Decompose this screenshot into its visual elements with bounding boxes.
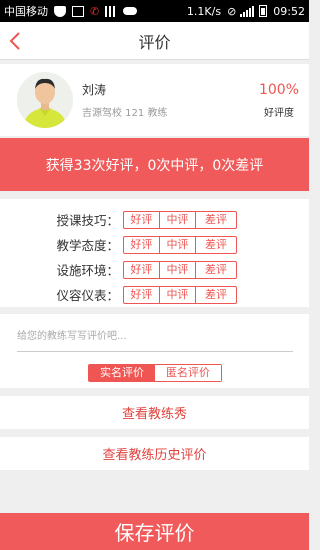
comment-input[interactable]	[17, 322, 293, 352]
header-bar: 评价	[0, 22, 309, 60]
rating-options: 好评 中评 差评	[123, 260, 237, 279]
status-bar: 中国移动 ✆ 1.1K/s ⊘ 09:52	[0, 0, 309, 22]
rating-options: 好评 中评 差评	[123, 285, 237, 304]
coach-photo	[17, 72, 73, 128]
positive-rate: 100% 好评度	[249, 82, 309, 119]
rating-options: 好评 中评 差评	[123, 235, 237, 254]
coach-name: 刘涛	[82, 83, 107, 97]
good-button[interactable]: 好评	[124, 261, 160, 278]
signal-icon	[240, 5, 255, 17]
rating-row-teaching-attitude: 教学态度： 好评 中评 差评	[0, 234, 309, 255]
bad-button[interactable]: 差评	[196, 237, 236, 253]
shield-icon	[54, 5, 66, 17]
good-button[interactable]: 好评	[124, 236, 160, 253]
avatar	[17, 72, 73, 128]
coach-school: 吉源驾校 121 教练	[82, 108, 168, 119]
medium-button[interactable]: 中评	[160, 286, 196, 303]
rating-row-appearance: 仪容仪表： 好评 中评 差评	[0, 284, 309, 305]
identity-toggle: 实名评价 匿名评价	[88, 364, 222, 382]
positive-rate-value: 100%	[258, 81, 300, 98]
review-summary-banner: 获得33次好评，0次中评，0次差评	[0, 138, 309, 191]
wifi-off-icon: ⊘	[227, 4, 237, 18]
coach-info: 刘涛 吉源驾校 121 教练	[82, 81, 249, 119]
bad-button[interactable]: 差评	[196, 212, 236, 228]
rating-section: 授课技巧： 好评 中评 差评 教学态度： 好评 中评 差评 设施环境： 好评 中…	[0, 199, 309, 307]
qr-code-icon	[105, 5, 118, 17]
bad-button[interactable]: 差评	[196, 262, 236, 278]
rating-label: 仪容仪表：	[56, 288, 119, 303]
clock: 09:52	[273, 4, 305, 18]
medium-button[interactable]: 中评	[160, 261, 196, 278]
bad-button[interactable]: 差评	[196, 287, 236, 303]
battery-icon	[259, 5, 268, 17]
rating-options: 好评 中评 差评	[123, 210, 237, 229]
rating-label: 设施环境：	[56, 263, 119, 278]
comment-section: 实名评价 匿名评价	[0, 314, 309, 388]
medium-button[interactable]: 中评	[160, 236, 196, 253]
rating-row-facilities: 设施环境： 好评 中评 差评	[0, 259, 309, 280]
page-title: 评价	[138, 32, 171, 52]
image-icon	[72, 5, 84, 17]
rating-label: 授课技巧：	[56, 213, 119, 228]
save-button[interactable]: 保存评价	[0, 513, 309, 550]
back-button[interactable]	[6, 28, 28, 54]
coach-card: 刘涛 吉源驾校 121 教练 100% 好评度	[0, 64, 309, 136]
cloud-icon	[123, 7, 138, 15]
good-button[interactable]: 好评	[124, 211, 160, 228]
real-name-option[interactable]: 实名评价	[89, 365, 155, 381]
chevron-left-icon	[9, 32, 20, 50]
positive-rate-label: 好评度	[264, 107, 294, 119]
carrier-name: 中国移动	[4, 5, 48, 18]
rating-label: 教学态度：	[56, 238, 119, 253]
rating-row-teaching-skill: 授课技巧： 好评 中评 差评	[0, 209, 309, 230]
good-button[interactable]: 好评	[124, 286, 160, 303]
view-coach-show-link[interactable]: 查看教练秀	[0, 396, 309, 429]
network-speed: 1.1K/s	[186, 4, 222, 18]
missed-call-icon: ✆	[90, 4, 100, 18]
view-history-reviews-link[interactable]: 查看教练历史评价	[0, 437, 309, 470]
anonymous-option[interactable]: 匿名评价	[155, 365, 221, 381]
medium-button[interactable]: 中评	[160, 211, 196, 228]
